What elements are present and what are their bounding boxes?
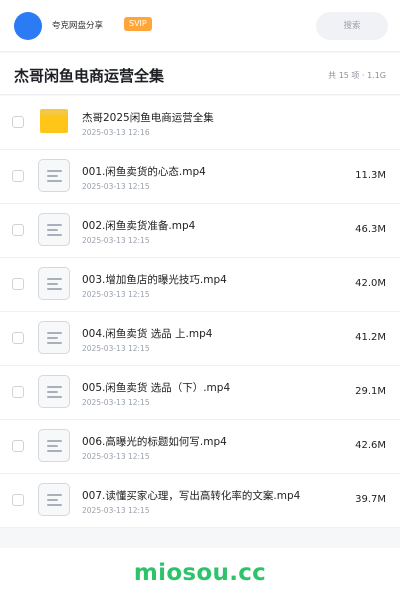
row-checkbox[interactable] bbox=[12, 386, 24, 398]
video-file-icon bbox=[38, 321, 70, 354]
file-date: 2025-03-13 12:16 bbox=[82, 128, 150, 137]
video-file-icon bbox=[38, 483, 70, 516]
video-file-icon bbox=[38, 267, 70, 300]
file-name[interactable]: 杰哥2025闲鱼电商运营全集 bbox=[82, 110, 214, 125]
page-title: 杰哥闲鱼电商运营全集 bbox=[14, 67, 165, 85]
search-input[interactable] bbox=[316, 12, 388, 40]
file-name[interactable]: 005.闲鱼卖货 选品（下）.mp4 bbox=[82, 380, 230, 395]
file-name[interactable]: 003.增加鱼店的曝光技巧.mp4 bbox=[82, 272, 227, 287]
file-name[interactable]: 006.高曝光的标题如何写.mp4 bbox=[82, 434, 227, 449]
site-name: 夸克网盘分享 bbox=[52, 21, 104, 31]
file-row[interactable]: 003.增加鱼店的曝光技巧.mp4 2025-03-13 12:15 42.0M bbox=[0, 258, 400, 312]
svip-badge: SVIP bbox=[124, 17, 152, 31]
video-file-icon bbox=[38, 429, 70, 462]
file-row[interactable]: 002.闲鱼卖货准备.mp4 2025-03-13 12:15 46.3M bbox=[0, 204, 400, 258]
row-checkbox[interactable] bbox=[12, 332, 24, 344]
row-checkbox[interactable] bbox=[12, 440, 24, 452]
file-name[interactable]: 001.闲鱼卖货的心态.mp4 bbox=[82, 164, 206, 179]
file-date: 2025-03-13 12:15 bbox=[82, 236, 150, 245]
file-date: 2025-03-13 12:15 bbox=[82, 344, 150, 353]
file-date: 2025-03-13 12:15 bbox=[82, 182, 150, 191]
file-name[interactable]: 002.闲鱼卖货准备.mp4 bbox=[82, 218, 195, 233]
file-date: 2025-03-13 12:15 bbox=[82, 452, 150, 461]
file-date: 2025-03-13 12:15 bbox=[82, 506, 150, 515]
file-row[interactable]: 007.读懂买家心理，写出高转化率的文案.mp4 2025-03-13 12:15… bbox=[0, 474, 400, 528]
file-size: 42.0M bbox=[355, 278, 386, 289]
row-checkbox[interactable] bbox=[12, 494, 24, 506]
file-date: 2025-03-13 12:15 bbox=[82, 290, 150, 299]
file-name[interactable]: 004.闲鱼卖货 选品 上.mp4 bbox=[82, 326, 212, 341]
file-size: 42.6M bbox=[355, 440, 386, 451]
file-row[interactable]: 006.高曝光的标题如何写.mp4 2025-03-13 12:15 42.6M bbox=[0, 420, 400, 474]
video-file-icon bbox=[38, 159, 70, 192]
file-size: 11.3M bbox=[355, 170, 386, 181]
file-size: 29.1M bbox=[355, 386, 386, 397]
file-row[interactable]: 杰哥2025闲鱼电商运营全集 2025-03-13 12:16 bbox=[0, 96, 400, 150]
watermark: miosou.cc bbox=[133, 560, 267, 586]
folder-icon bbox=[38, 105, 70, 138]
file-list: 杰哥2025闲鱼电商运营全集 2025-03-13 12:16 001.闲鱼卖货的心… bbox=[0, 96, 400, 528]
file-size: 41.2M bbox=[355, 332, 386, 343]
row-checkbox[interactable] bbox=[12, 278, 24, 290]
folder-header: 杰哥闲鱼电商运营全集 共 15 项 · 1.1G bbox=[0, 53, 400, 95]
avatar[interactable] bbox=[14, 12, 42, 40]
file-row[interactable]: 005.闲鱼卖货 选品（下）.mp4 2025-03-13 12:15 29.1M bbox=[0, 366, 400, 420]
video-file-icon bbox=[38, 375, 70, 408]
file-row[interactable]: 001.闲鱼卖货的心态.mp4 2025-03-13 12:15 11.3M bbox=[0, 150, 400, 204]
item-summary: 共 15 项 · 1.1G bbox=[328, 71, 386, 80]
row-checkbox[interactable] bbox=[12, 224, 24, 236]
row-checkbox[interactable] bbox=[12, 170, 24, 182]
top-bar: 夸克网盘分享 SVIP bbox=[0, 0, 400, 52]
file-row[interactable]: 004.闲鱼卖货 选品 上.mp4 2025-03-13 12:15 41.2M bbox=[0, 312, 400, 366]
file-size: 39.7M bbox=[355, 494, 386, 505]
file-date: 2025-03-13 12:15 bbox=[82, 398, 150, 407]
file-size: 46.3M bbox=[355, 224, 386, 235]
footer: miosou.cc bbox=[0, 548, 400, 600]
file-name[interactable]: 007.读懂买家心理，写出高转化率的文案.mp4 bbox=[82, 488, 300, 503]
video-file-icon bbox=[38, 213, 70, 246]
row-checkbox[interactable] bbox=[12, 116, 24, 128]
